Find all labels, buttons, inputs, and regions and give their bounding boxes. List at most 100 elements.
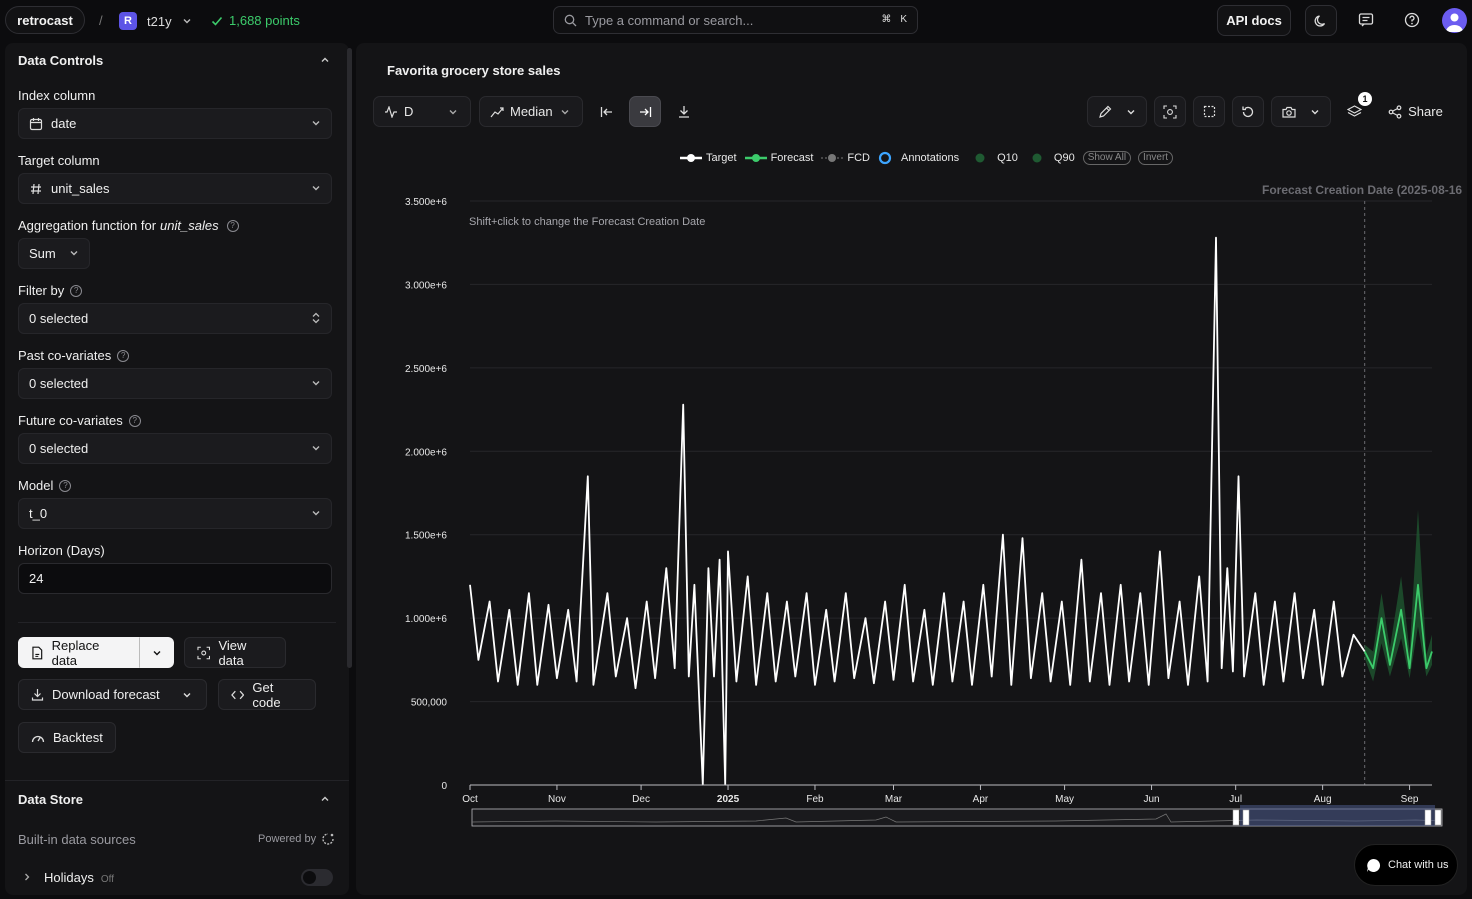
- chevron-down-icon: [312, 186, 320, 191]
- top-bar: retrocast / R t21y 1,688 points Type a c…: [0, 0, 1472, 42]
- brand-button[interactable]: retrocast: [5, 6, 85, 34]
- get-code-label: Get code: [252, 679, 281, 710]
- help-icon[interactable]: ?: [226, 219, 239, 232]
- forecast-chart[interactable]: 0 500,000 1.000e+6 1.500e+6 2.000e+6 2.500e+6…: [356, 43, 1467, 843]
- y-tick-label: 500,000: [411, 698, 448, 709]
- api-docs-label: API docs: [1226, 13, 1282, 28]
- calendar-icon: [29, 117, 43, 130]
- chevron-down-icon: [70, 251, 78, 256]
- help-circle-icon: [1404, 12, 1420, 28]
- help-icon[interactable]: ?: [59, 479, 72, 492]
- view-data-label: View data: [218, 637, 247, 668]
- range-slider-handle-right-2[interactable]: [1434, 809, 1442, 826]
- y-tick-label: 1.500e+6: [405, 531, 447, 542]
- future-covariates-text: Future co-variates: [18, 413, 123, 428]
- holidays-toggle[interactable]: [301, 869, 333, 886]
- target-series-line[interactable]: [469, 236, 1366, 786]
- horizon-label: Horizon (Days): [18, 543, 105, 558]
- chevron-up-icon[interactable]: [320, 55, 330, 65]
- model-value: t_0: [29, 506, 48, 521]
- fcd-label: Forecast Creation Date (2025-08-16: [1262, 183, 1462, 197]
- avatar[interactable]: [1442, 8, 1467, 33]
- code-icon: [231, 690, 245, 699]
- divider: [18, 622, 336, 623]
- aggregation-label-field: unit_sales: [160, 218, 219, 233]
- workspace-switcher[interactable]: R t21y: [119, 10, 192, 32]
- range-slider-handle-left[interactable]: [1232, 809, 1240, 826]
- download-forecast-button[interactable]: Download forecast: [18, 679, 207, 710]
- y-tick-label: 2.000e+6: [405, 447, 447, 458]
- target-column-value: unit_sales: [51, 181, 110, 196]
- aggregation-label: Aggregation function for unit_sales ?: [18, 218, 239, 233]
- sidebar-scrollbar[interactable]: [347, 48, 352, 668]
- x-tick-label: Aug: [1314, 794, 1332, 805]
- index-column-value: date: [51, 116, 77, 131]
- holidays-row: Holidays Off: [44, 870, 114, 885]
- holidays-label: Holidays: [44, 870, 94, 885]
- x-tick-label: May: [1055, 794, 1074, 805]
- horizon-input[interactable]: 24: [18, 563, 332, 594]
- filter-value: 0 selected: [29, 311, 89, 326]
- help-icon[interactable]: ?: [128, 414, 141, 427]
- workspace-name: t21y: [147, 13, 172, 29]
- divider: [5, 780, 349, 781]
- file-icon: [32, 646, 43, 659]
- filter-select[interactable]: 0 selected: [18, 303, 332, 334]
- index-column-label: Index column: [18, 88, 95, 103]
- provider-logo-icon: [322, 833, 334, 845]
- backtest-button[interactable]: Backtest: [18, 722, 116, 753]
- target-column-select[interactable]: unit_sales: [18, 173, 332, 204]
- chevron-down-icon: [312, 121, 320, 126]
- chat-bubble-icon: [1367, 858, 1381, 872]
- filter-label-text: Filter by: [18, 283, 65, 298]
- model-label: Model ?: [18, 478, 72, 493]
- data-store-title: Data Store: [18, 792, 84, 807]
- index-column-select[interactable]: date: [18, 108, 332, 139]
- future-covariates-select[interactable]: 0 selected: [18, 433, 332, 464]
- breadcrumb-separator: /: [99, 13, 103, 28]
- chevron-down-icon: [183, 19, 191, 24]
- future-covariates-value: 0 selected: [29, 441, 89, 456]
- range-slider[interactable]: [471, 805, 1443, 827]
- points-status: 1,688 points: [211, 13, 300, 28]
- theme-toggle-button[interactable]: [1305, 5, 1337, 36]
- index-column-text: Index column: [18, 88, 96, 103]
- past-covariates-select[interactable]: 0 selected: [18, 368, 332, 399]
- chat-button[interactable]: Chat with us: [1354, 844, 1458, 886]
- help-icon[interactable]: ?: [117, 349, 130, 362]
- y-tick-label: 0: [441, 781, 447, 792]
- range-slider-window[interactable]: [1240, 805, 1435, 826]
- chevron-right-icon[interactable]: [23, 872, 31, 882]
- view-data-button[interactable]: View data: [184, 637, 286, 668]
- eye-scan-icon: [197, 646, 211, 659]
- brand-label: retrocast: [17, 12, 73, 28]
- data-controls-panel: Data Controls Index column date Target c…: [5, 43, 349, 895]
- help-button[interactable]: [1404, 12, 1420, 28]
- command-search[interactable]: Type a command or search... ⌘ K: [553, 6, 918, 34]
- aggregation-label-prefix: Aggregation function for: [18, 218, 157, 233]
- api-docs-button[interactable]: API docs: [1217, 5, 1291, 36]
- replace-data-label: Replace data: [51, 637, 100, 668]
- get-code-button[interactable]: Get code: [218, 679, 316, 710]
- x-tick-label: Mar: [885, 794, 903, 805]
- aggregation-select[interactable]: Sum: [18, 238, 90, 269]
- range-slider-handle-right[interactable]: [1424, 809, 1432, 826]
- range-slider-handle-left-2[interactable]: [1242, 809, 1250, 826]
- chevron-down-icon: [312, 381, 320, 386]
- chevron-up-icon[interactable]: [320, 794, 330, 804]
- help-icon[interactable]: ?: [70, 284, 83, 297]
- feedback-button[interactable]: [1358, 12, 1374, 28]
- y-tick-label: 3.000e+6: [405, 280, 447, 291]
- future-covariates-label: Future co-variates ?: [18, 413, 141, 428]
- chevron-down-icon: [153, 650, 160, 655]
- chevron-down-icon: [183, 692, 191, 697]
- check-icon: [211, 16, 223, 26]
- replace-data-button[interactable]: Replace data: [18, 637, 139, 668]
- x-tick-label: 2025: [717, 794, 740, 805]
- x-tick-label: Jul: [1229, 794, 1242, 805]
- target-column-label: Target column: [18, 153, 100, 168]
- y-tick-label: 1.000e+6: [405, 614, 447, 625]
- replace-data-menu-button[interactable]: [139, 637, 174, 668]
- x-tick-label: Oct: [462, 794, 478, 805]
- model-select[interactable]: t_0: [18, 498, 332, 529]
